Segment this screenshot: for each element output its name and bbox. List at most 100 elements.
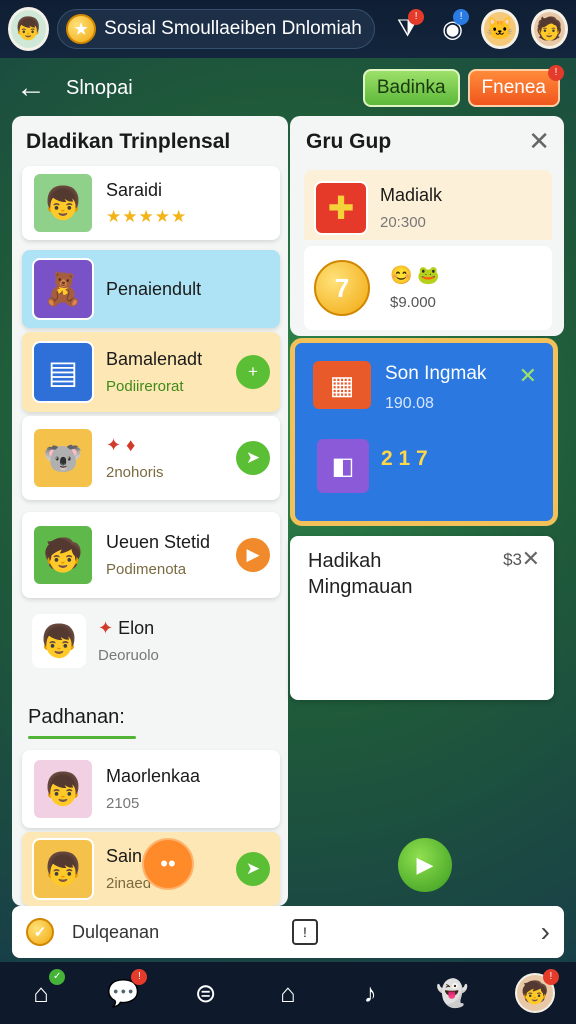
music-note-icon: ♪ [363, 977, 377, 1008]
medal-icon: 7 [314, 260, 370, 316]
avatar: 👦 [32, 758, 94, 820]
nav-profile[interactable]: 🧒 ! [513, 969, 559, 1015]
topbar-title: Sosial Smoullaeiben Dnlomiah [104, 18, 362, 39]
play-arrow-button[interactable]: ▶ [236, 538, 270, 572]
chat-bubble-icon[interactable]: •• [142, 838, 194, 890]
avatar: 🧒 [32, 524, 94, 586]
back-arrow-icon[interactable]: ← [16, 71, 52, 105]
gift-box-icon: ✚ [314, 181, 368, 235]
link-icon-button[interactable]: ⧩ ! [389, 9, 426, 49]
pet-avatar[interactable]: 🐱 [481, 9, 519, 49]
notification-badge: ! [408, 9, 425, 25]
title-pill[interactable]: ★ Sosial Smoullaeiben Dnlomiah [57, 9, 376, 49]
list-item[interactable]: ▤ Bamalenadt Podiirerorat + [22, 332, 280, 412]
notification-badge-blue: ! [453, 9, 470, 25]
orange-button-label: Fnenea [481, 77, 546, 98]
item-title: Maorlenkaa [106, 766, 201, 786]
nav-music[interactable]: ♪ [348, 971, 392, 1015]
item-subtitle: 2105 [106, 795, 140, 812]
nav-house[interactable]: ⌂ [266, 971, 310, 1015]
calendar-icon: ▤ [32, 341, 94, 403]
highlight-count: 2 1 7 [381, 447, 428, 470]
highlight-value: 190.08 [385, 395, 434, 412]
avatar: 🧸 [32, 258, 94, 320]
arrow-button[interactable]: ➤ [236, 852, 270, 886]
music-icon-button[interactable]: ◉ ! [434, 9, 471, 49]
item-title: Ueuen Stetid [106, 532, 211, 552]
reward-title: Madialk [380, 185, 443, 205]
add-button[interactable]: + [236, 355, 270, 389]
emoji-icons: 😊 🐸 [390, 265, 440, 285]
person-icon: 🧑 [535, 16, 563, 41]
reward-item[interactable]: ✚ Madialk 20:300 [304, 170, 552, 246]
reward-value: 20:300 [380, 214, 426, 231]
close-icon[interactable]: ✕ [522, 546, 540, 572]
weekly-reward-card[interactable]: Hadikah Mingmauan $3 ✕ [290, 536, 554, 700]
ticket-icon: ◧ [317, 439, 369, 493]
arrow-button[interactable]: ➤ [236, 441, 270, 475]
profile-avatar[interactable]: 👦 [8, 7, 50, 51]
page-title: Slnopai [66, 76, 133, 99]
reward-value: $9.000 [390, 294, 436, 311]
section-heading: Padhanan: [28, 706, 125, 728]
green-action-button[interactable]: Badinka [362, 69, 460, 107]
item-title: Penaiendult [106, 278, 202, 299]
house-icon: ⌂ [280, 977, 296, 1008]
section-underline [28, 736, 136, 739]
bag-icon: ⊜ [194, 977, 217, 1008]
reward-item[interactable]: 7 😊 🐸 $9.000 [304, 246, 552, 330]
nav-badge: ! [542, 969, 559, 985]
nav-badge: ! [131, 969, 148, 985]
highlight-title: Son Ingmak [385, 363, 487, 384]
reward-row-panel: 7 😊 🐸 $9.000 [290, 240, 564, 336]
left-panel: Dladikan Trinplensal 👦 Saraidi ★★★★★ 🧸 P… [12, 116, 288, 906]
nav-shop[interactable]: ⊜ [184, 971, 228, 1015]
right-panel-title: Gru Gup [306, 130, 392, 153]
list-item[interactable]: 👦 ✦ Elon Deoruolo [22, 610, 280, 672]
rating-stars: ★★★★★ [106, 206, 188, 226]
ghost-icon: 👻 [436, 977, 469, 1008]
avatar: 👦 [32, 172, 94, 234]
chevron-right-icon[interactable]: › [541, 916, 550, 948]
item-subtitle: Podimenota [106, 561, 187, 578]
play-button[interactable]: ▶ [398, 838, 452, 892]
list-item[interactable]: 🐨 ✦ ♦ 2nohoris ➤ [22, 416, 280, 500]
item-subtitle: Deoruolo [98, 647, 159, 664]
item-title: Bamalenadt [106, 349, 203, 369]
orange-button-badge: ! [548, 65, 564, 81]
cat-icon: 🐱 [486, 16, 514, 41]
list-item[interactable]: 🧸 Penaiendult [22, 250, 280, 328]
weekly-title: Hadikah Mingmauan [308, 550, 413, 598]
close-icon[interactable]: ✕ [519, 363, 537, 389]
nav-chat[interactable]: 💬 ! [101, 969, 148, 1015]
home-icon: ⌂ [33, 977, 49, 1008]
list-item[interactable]: 👦 Saraidi ★★★★★ [22, 166, 280, 240]
avatar-face-icon: 👦 [14, 16, 43, 41]
top-app-bar: 👦 ★ Sosial Smoullaeiben Dnlomiah ⧩ ! ◉ !… [0, 0, 576, 58]
friend-avatar[interactable]: 🧑 [530, 9, 568, 49]
gift-icon: ✦ [98, 618, 119, 638]
highlight-card[interactable]: ▦ Son Ingmak 190.08 ✕ ◧ 2 1 7 [290, 338, 558, 526]
nav-home[interactable]: ⌂ ✓ [19, 969, 66, 1015]
nav-badge: ✓ [49, 969, 66, 985]
item-subtitle: 2nohoris [106, 464, 164, 481]
avatar: 👦 [32, 614, 86, 668]
list-item[interactable]: 🧒 Ueuen Stetid Podimenota ▶ [22, 512, 280, 598]
nav-ghost[interactable]: 👻 [431, 971, 475, 1015]
item-icons: ✦ ♦ [106, 435, 136, 455]
orange-action-button[interactable]: Fnenea ! [467, 65, 564, 107]
close-icon[interactable]: ✕ [528, 126, 550, 157]
avatar: 🐨 [32, 427, 94, 489]
avatar: 👦 [32, 838, 94, 900]
close-label: $3 [503, 550, 522, 569]
strip-label: Dulqeanan [72, 921, 160, 942]
item-title: Saraidi [106, 179, 163, 200]
item-subtitle: Podiirerorat [106, 378, 184, 395]
play-icon: ▶ [416, 852, 434, 877]
bottom-strip[interactable]: ✓ Dulqeanan ! › [12, 906, 564, 958]
bottom-nav: ⌂ ✓ 💬 ! ⊜ ⌂ ♪ 👻 🧒 ! [0, 962, 576, 1024]
info-icon[interactable]: ! [292, 919, 318, 945]
medal-icon: ✓ [26, 918, 54, 946]
list-item[interactable]: 👦 Maorlenkaa 2105 [22, 750, 280, 828]
left-panel-title: Dladikan Trinplensal [26, 130, 231, 153]
